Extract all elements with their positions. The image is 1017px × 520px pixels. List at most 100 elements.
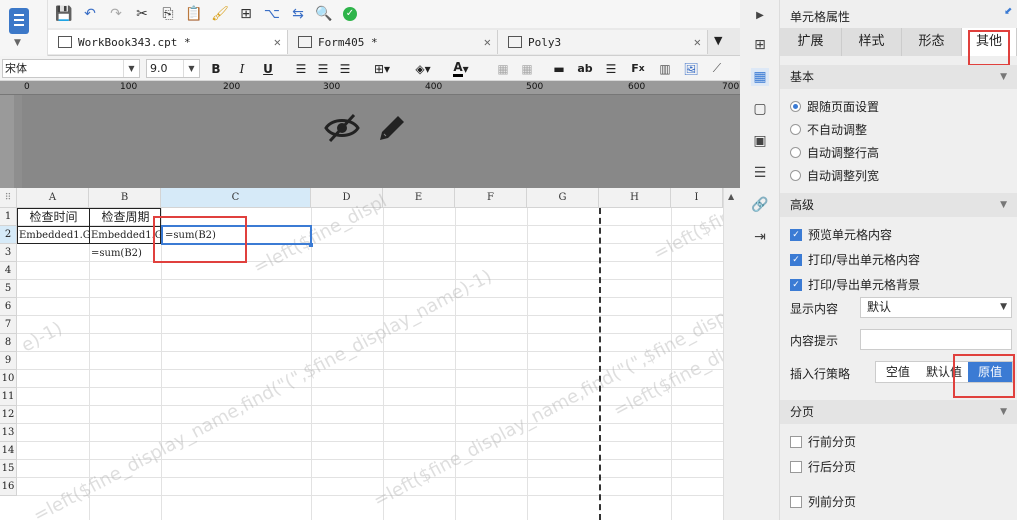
row-header[interactable]: 16: [0, 478, 17, 496]
row-header[interactable]: 11: [0, 388, 17, 406]
row-header[interactable]: 8: [0, 334, 17, 352]
close-icon[interactable]: ✕: [484, 35, 491, 49]
check-row-before[interactable]: 行前分页: [790, 433, 856, 450]
swap-icon[interactable]: ⇆: [288, 4, 308, 24]
row-header[interactable]: 5: [0, 280, 17, 298]
tab-workbook[interactable]: WorkBook343.cpt * ✕: [48, 30, 288, 54]
vertical-scrollbar[interactable]: ▲: [723, 188, 740, 520]
column-header-c[interactable]: C: [161, 188, 311, 208]
fill-color-icon[interactable]: ◈▾: [408, 60, 438, 77]
row-header[interactable]: 10: [0, 370, 17, 388]
tooltip-input[interactable]: [860, 329, 1012, 350]
tab-expand[interactable]: 扩展: [780, 28, 842, 56]
display-content-select[interactable]: 默认 ▼: [860, 297, 1012, 318]
section-advanced[interactable]: 高级 ▼: [780, 193, 1017, 217]
column-header-f[interactable]: F: [455, 188, 527, 208]
image-icon[interactable]: 🖼: [682, 60, 700, 77]
datasource-icon[interactable]: ☰: [602, 60, 620, 77]
close-icon[interactable]: ✕: [694, 35, 701, 49]
row-header[interactable]: 3: [0, 244, 17, 262]
radio-auto-row-height[interactable]: 自动调整行高: [790, 144, 879, 161]
tab-style[interactable]: 样式: [842, 28, 902, 56]
insert-option-empty[interactable]: 空值: [876, 362, 920, 382]
font-size-select[interactable]: 9.0 ▼: [146, 59, 200, 78]
align-center-icon[interactable]: ☰: [314, 60, 332, 77]
italic-button[interactable]: I: [234, 60, 250, 77]
float-element-icon[interactable]: ▢: [751, 100, 769, 118]
cell-b2[interactable]: Embedded1.G: [91, 227, 161, 244]
column-header-e[interactable]: E: [383, 188, 455, 208]
check-print-background[interactable]: ✓ 打印/导出单元格背景: [790, 276, 920, 293]
column-header-a[interactable]: A: [17, 188, 89, 208]
row-header[interactable]: 1: [0, 208, 17, 226]
align-left-icon[interactable]: ☰: [292, 60, 310, 77]
close-icon[interactable]: ✕: [274, 35, 281, 49]
column-header-b[interactable]: B: [89, 188, 161, 208]
fill-handle[interactable]: [309, 243, 313, 247]
tab-form[interactable]: Form405 * ✕: [288, 30, 498, 54]
redo-icon[interactable]: ↷: [106, 4, 126, 24]
row-header[interactable]: 12: [0, 406, 17, 424]
select-all-corner[interactable]: ⠿: [0, 188, 17, 208]
cell-b3[interactable]: =sum(B2): [91, 245, 161, 262]
pin-icon[interactable]: ⬋: [1004, 6, 1012, 17]
chart-icon[interactable]: ▥: [656, 60, 674, 77]
hyperlink-icon[interactable]: 🔗: [751, 196, 769, 214]
font-color-icon[interactable]: A ▾: [446, 60, 476, 77]
underline-button[interactable]: U: [260, 60, 276, 77]
bold-button[interactable]: B: [208, 60, 224, 77]
check-print-content[interactable]: ✓ 打印/导出单元格内容: [790, 251, 920, 268]
radio-auto-col-width[interactable]: 自动调整列宽: [790, 167, 879, 184]
row-header[interactable]: 9: [0, 352, 17, 370]
cell-a1[interactable]: 检查时间: [18, 209, 89, 226]
connection-icon[interactable]: ⌥: [262, 4, 282, 24]
search-icon[interactable]: 🔍: [314, 4, 334, 24]
border-icon[interactable]: ⊞▾: [368, 60, 396, 77]
chevron-right-icon[interactable]: ▶: [751, 6, 769, 24]
tab-menu-icon[interactable]: ▼: [714, 34, 722, 47]
radio-follow-page[interactable]: 跟随页面设置: [790, 98, 879, 115]
format-brush-icon[interactable]: 🖌: [210, 4, 230, 24]
eye-hidden-icon[interactable]: [324, 113, 360, 143]
template-params-icon[interactable]: ⊞: [236, 4, 256, 24]
radio-no-auto[interactable]: 不自动调整: [790, 121, 867, 138]
cell-element-icon[interactable]: ⊞: [751, 36, 769, 54]
cell-a2[interactable]: Embedded1.G: [19, 227, 89, 244]
text-cell-icon[interactable]: ▬: [550, 60, 568, 77]
row-header[interactable]: 13: [0, 424, 17, 442]
spreadsheet-grid[interactable]: ⠿ A B C D E F G H I 1 2 3 4 5 6 7 8 9 10…: [0, 188, 740, 520]
check-icon[interactable]: ✓: [340, 4, 360, 24]
check-preview-content[interactable]: ✓ 预览单元格内容: [790, 226, 892, 243]
row-header[interactable]: 14: [0, 442, 17, 460]
text-icon[interactable]: ab: [576, 60, 594, 77]
font-name-select[interactable]: 宋体 ▼: [2, 59, 140, 78]
formula-icon[interactable]: Fx: [628, 60, 648, 77]
row-header[interactable]: 6: [0, 298, 17, 316]
row-header[interactable]: 4: [0, 262, 17, 280]
cell-attribute-icon[interactable]: ▦: [751, 68, 769, 86]
import-icon[interactable]: ⇥: [751, 228, 769, 246]
paste-icon[interactable]: 📋: [184, 4, 204, 24]
row-header[interactable]: 7: [0, 316, 17, 334]
check-col-before[interactable]: 列前分页: [790, 493, 856, 510]
row-header[interactable]: 2: [0, 226, 17, 244]
unmerge-icon[interactable]: ▦: [518, 60, 536, 77]
check-row-after[interactable]: 行后分页: [790, 458, 856, 475]
column-header-g[interactable]: G: [527, 188, 599, 208]
tab-poly[interactable]: Poly3 ✕: [498, 30, 708, 54]
align-right-icon[interactable]: ☰: [336, 60, 354, 77]
slash-icon[interactable]: ⟋: [708, 60, 726, 77]
pencil-icon[interactable]: [376, 112, 408, 144]
cell-b1[interactable]: 检查周期: [90, 209, 161, 226]
tab-shape[interactable]: 形态: [902, 28, 962, 56]
row-header[interactable]: 15: [0, 460, 17, 478]
app-logo[interactable]: ▼: [0, 0, 48, 56]
section-paging[interactable]: 分页 ▼: [780, 400, 1017, 424]
scroll-up-icon[interactable]: ▲: [728, 192, 734, 201]
column-header-h[interactable]: H: [599, 188, 671, 208]
cut-icon[interactable]: ✂: [132, 4, 152, 24]
condition-icon[interactable]: ☰: [751, 164, 769, 182]
section-basic[interactable]: 基本 ▼: [780, 65, 1017, 89]
merge-icon[interactable]: ▦: [494, 60, 512, 77]
copy-icon[interactable]: ⎘: [158, 4, 178, 24]
